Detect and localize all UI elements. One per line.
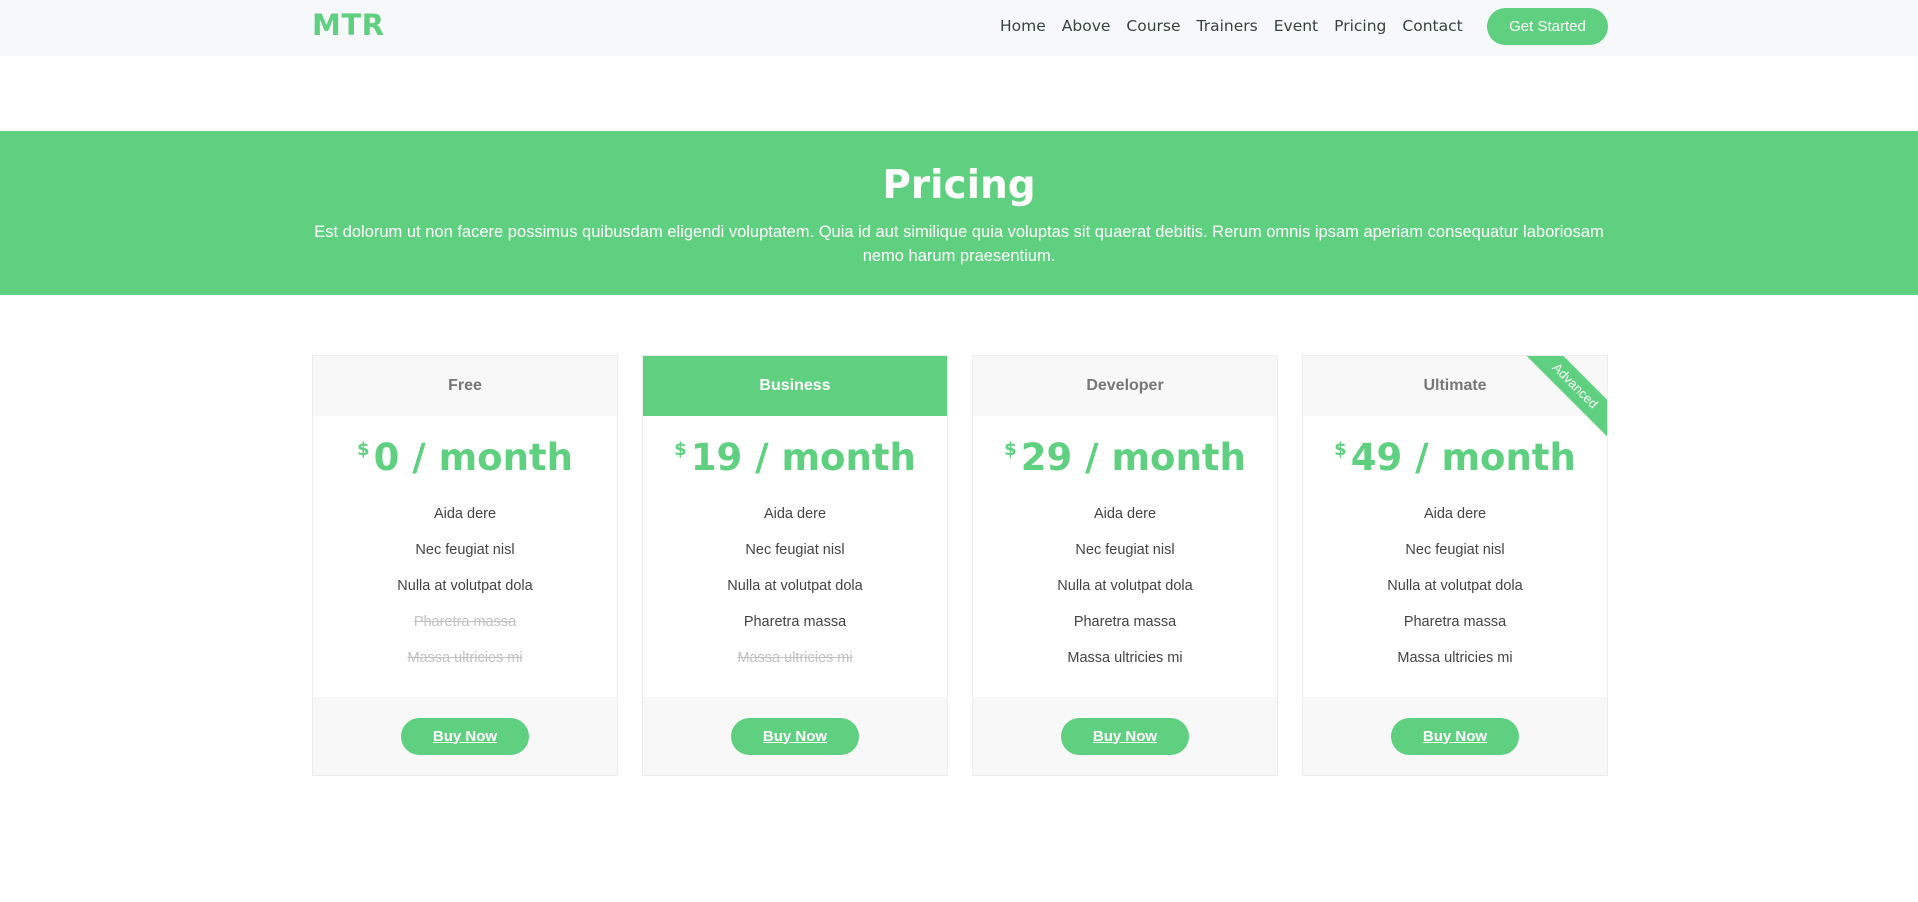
pricing-card-business: Business $19 / month Aida dere Nec feugi… bbox=[642, 355, 948, 776]
currency-symbol: $ bbox=[1334, 439, 1347, 460]
feature-item: Aida dere bbox=[433, 506, 497, 522]
site-header: MTR Home Above Course Trainers Event Pri… bbox=[0, 0, 1918, 56]
feature-item: Massa ultricies mi bbox=[1067, 650, 1183, 666]
feature-item-unavailable: Massa ultricies mi bbox=[407, 650, 523, 666]
page-title: Pricing bbox=[882, 163, 1036, 208]
nav-course[interactable]: Course bbox=[1126, 17, 1180, 35]
nav-above[interactable]: Above bbox=[1062, 17, 1111, 35]
plan-price: $19 / month bbox=[643, 436, 947, 480]
card-footer: Buy Now bbox=[973, 697, 1277, 775]
page-description: Est dolorum ut non facere possimus quibu… bbox=[314, 223, 1604, 265]
pricing-cards: Free $0 / month Aida dere Nec feugiat ni… bbox=[312, 355, 1608, 776]
price-amount: 19 / month bbox=[690, 436, 916, 479]
feature-item: Massa ultricies mi bbox=[1397, 650, 1513, 666]
plan-price: $0 / month bbox=[313, 436, 617, 480]
nav-event[interactable]: Event bbox=[1274, 17, 1318, 35]
feature-item: Nulla at volutpat dola bbox=[1057, 578, 1193, 594]
buy-now-button[interactable]: Buy Now bbox=[1391, 717, 1519, 755]
price-amount: 29 / month bbox=[1020, 436, 1246, 479]
plan-price: $29 / month bbox=[973, 436, 1277, 480]
nav-pricing[interactable]: Pricing bbox=[1334, 17, 1386, 35]
nav-home[interactable]: Home bbox=[1000, 17, 1046, 35]
feature-item: Pharetra massa bbox=[743, 614, 847, 630]
buy-now-button[interactable]: Buy Now bbox=[1061, 717, 1189, 755]
nav-contact[interactable]: Contact bbox=[1402, 17, 1462, 35]
get-started-button[interactable]: Get Started bbox=[1487, 8, 1608, 45]
pricing-card-free: Free $0 / month Aida dere Nec feugiat ni… bbox=[312, 355, 618, 776]
feature-item: Aida dere bbox=[1093, 506, 1157, 522]
card-footer: Buy Now bbox=[313, 697, 617, 775]
pricing-hero: Pricing Est dolorum ut non facere possim… bbox=[0, 131, 1918, 295]
site-logo[interactable]: MTR bbox=[312, 8, 384, 42]
feature-item: Pharetra massa bbox=[1403, 614, 1507, 630]
main-nav: Home Above Course Trainers Event Pricing… bbox=[1000, 17, 1479, 35]
currency-symbol: $ bbox=[674, 439, 687, 460]
currency-symbol: $ bbox=[357, 439, 370, 460]
feature-item-unavailable: Massa ultricies mi bbox=[737, 650, 853, 666]
pricing-card-ultimate: Ultimate Advanced $49 / month Aida dere … bbox=[1302, 355, 1608, 776]
feature-list: Aida dere Nec feugiat nisl Nulla at volu… bbox=[973, 496, 1277, 676]
plan-name: Developer bbox=[973, 356, 1277, 416]
card-footer: Buy Now bbox=[1303, 697, 1607, 775]
feature-item: Aida dere bbox=[1423, 506, 1487, 522]
buy-now-button[interactable]: Buy Now bbox=[731, 717, 859, 755]
buy-now-button[interactable]: Buy Now bbox=[401, 717, 529, 755]
feature-item: Nec feugiat nisl bbox=[1405, 542, 1505, 558]
plan-name: Business bbox=[643, 356, 947, 416]
feature-item: Nec feugiat nisl bbox=[745, 542, 845, 558]
feature-list: Aida dere Nec feugiat nisl Nulla at volu… bbox=[313, 496, 617, 676]
feature-list: Aida dere Nec feugiat nisl Nulla at volu… bbox=[643, 496, 947, 676]
price-amount: 49 / month bbox=[1350, 436, 1576, 479]
feature-list: Aida dere Nec feugiat nisl Nulla at volu… bbox=[1303, 496, 1607, 676]
feature-item: Nulla at volutpat dola bbox=[1387, 578, 1523, 594]
currency-symbol: $ bbox=[1004, 439, 1017, 460]
plan-price: $49 / month bbox=[1303, 436, 1607, 480]
feature-item: Nulla at volutpat dola bbox=[727, 578, 863, 594]
card-footer: Buy Now bbox=[643, 697, 947, 775]
nav-trainers[interactable]: Trainers bbox=[1197, 17, 1258, 35]
pricing-card-developer: Developer $29 / month Aida dere Nec feug… bbox=[972, 355, 1278, 776]
price-amount: 0 / month bbox=[373, 436, 573, 479]
feature-item: Aida dere bbox=[763, 506, 827, 522]
feature-item-unavailable: Pharetra massa bbox=[413, 614, 517, 630]
feature-item: Nec feugiat nisl bbox=[415, 542, 515, 558]
plan-name: Free bbox=[313, 356, 617, 416]
feature-item: Pharetra massa bbox=[1073, 614, 1177, 630]
feature-item: Nec feugiat nisl bbox=[1075, 542, 1175, 558]
feature-item: Nulla at volutpat dola bbox=[397, 578, 533, 594]
